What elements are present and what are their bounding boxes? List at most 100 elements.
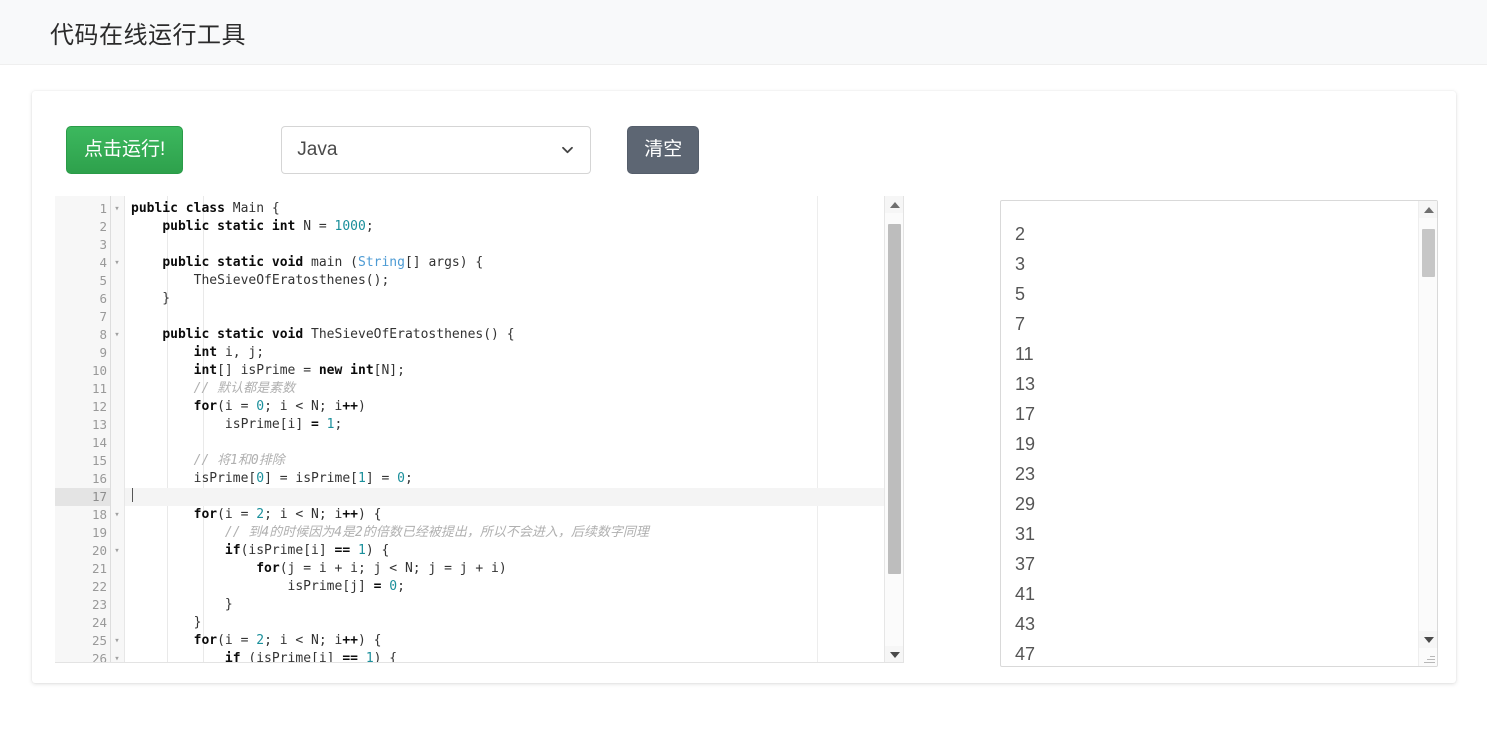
code-token-num: 0 (256, 399, 265, 414)
gutter-line-number[interactable]: 3 (55, 236, 110, 254)
code-line[interactable] (125, 236, 903, 254)
code-token-kw: for (193, 399, 218, 414)
code-token-typ: String (358, 255, 405, 270)
code-token-kw: == (334, 543, 358, 558)
code-editor[interactable]: 1 ▾ 2 3 4 ▾ 5 6 7 8 ▾ 9 10 11 12 13 14 15 16 17 18 ▾ 19 20 ▾ 21 22… (55, 196, 904, 663)
gutter-line-number[interactable]: 9 (55, 344, 110, 362)
gutter-line-number[interactable]: 6 (55, 290, 110, 308)
gutter-line-number[interactable]: 8 ▾ (55, 326, 119, 344)
gutter-line-number[interactable]: 2 (55, 218, 110, 236)
output-resize-handle[interactable] (1422, 651, 1436, 665)
code-line[interactable]: } (125, 596, 903, 614)
clear-button[interactable]: 清空 (627, 126, 700, 174)
code-token-kw: public class (131, 201, 233, 216)
code-line[interactable]: // 到4的时候因为4是2的倍数已经被提出，所以不会进入，后续数字同理 (125, 524, 903, 542)
code-token-pl: [] isPrime = (217, 363, 319, 378)
fold-toggle-icon[interactable]: ▾ (111, 506, 123, 524)
gutter-line-number[interactable]: 26 ▾ (55, 650, 120, 662)
gutter-line-number[interactable]: 24 (55, 614, 110, 632)
code-token-kw: if (224, 543, 241, 558)
code-token-pl: ; i < N; i (264, 399, 343, 414)
code-token-kw: ++ (342, 507, 359, 522)
gutter-line-number[interactable]: 16 (55, 470, 110, 488)
code-line[interactable]: for(i = 2; i < N; i++) { (125, 632, 903, 650)
gutter-line-number[interactable]: 11 (55, 380, 110, 398)
scroll-down-button[interactable] (885, 646, 903, 662)
gutter-line-number[interactable]: 7 (55, 308, 110, 326)
language-select[interactable]: Java (281, 126, 592, 174)
editor-scroll-thumb[interactable] (888, 224, 901, 574)
code-line[interactable]: // 将1和0排除 (125, 452, 903, 470)
code-token-kw: = (311, 417, 327, 432)
gutter-line-number[interactable]: 12 (55, 398, 110, 416)
gutter-line-number[interactable]: 21 (55, 560, 110, 578)
code-line[interactable]: for(j = i + i; j < N; j = j + i) (125, 560, 903, 578)
language-select-value: Java (297, 139, 338, 160)
gutter-line-number[interactable]: 5 (55, 272, 110, 290)
code-token-num: 2 (256, 633, 265, 648)
code-token-pl: (isPrime[i] (248, 651, 343, 662)
code-line[interactable]: isPrime[0] = isPrime[1] = 0; (125, 470, 903, 488)
gutter-line-number[interactable]: 18 ▾ (55, 506, 120, 524)
output-scroll-thumb[interactable] (1422, 229, 1435, 277)
code-line[interactable]: } (125, 614, 903, 632)
code-token-pl: (i = (217, 633, 257, 648)
gutter-line-number[interactable]: 13 (55, 416, 110, 434)
output-line: 11 (1015, 344, 1034, 364)
editor-gutter[interactable]: 1 ▾ 2 3 4 ▾ 5 6 7 8 ▾ 9 10 11 12 13 14 15 16 17 18 ▾ 19 20 ▾ 21 22… (55, 196, 120, 662)
code-line[interactable]: public static void main (String[] args) … (125, 254, 903, 272)
output-line: 19 (1015, 434, 1036, 454)
code-line[interactable]: int[] isPrime = new int[N]; (125, 362, 903, 380)
code-line[interactable]: public class Main { (125, 200, 903, 218)
output-scroll-up-button[interactable] (1419, 201, 1437, 218)
code-line[interactable]: for(i = 0; i < N; i++) (125, 398, 903, 416)
gutter-line-number[interactable]: 23 (55, 596, 110, 614)
output-text[interactable]: 2 3 5 7 11 13 17 19 23 29 31 37 41 43 47 (1001, 201, 1418, 666)
scroll-up-button[interactable] (885, 196, 903, 213)
code-line[interactable]: for(i = 2; i < N; i++) { (125, 506, 903, 524)
code-line[interactable]: isPrime[i] = 1; (125, 416, 903, 434)
fold-toggle-icon[interactable]: ▾ (111, 254, 123, 272)
gutter-line-number[interactable]: 1 ▾ (55, 200, 119, 218)
gutter-line-number[interactable]: 19 (55, 524, 110, 542)
gutter-line-number[interactable]: 10 (55, 362, 110, 380)
code-line[interactable]: if(isPrime[i] == 1) { (125, 542, 903, 560)
output-line: 43 (1015, 614, 1036, 634)
code-line[interactable]: TheSieveOfEratosthenes(); (125, 272, 903, 290)
gutter-line-number[interactable]: 15 (55, 452, 110, 470)
fold-toggle-icon[interactable]: ▾ (111, 650, 123, 662)
editor-scroll-track[interactable] (885, 213, 903, 646)
fold-toggle-icon[interactable]: ▾ (111, 632, 123, 650)
code-token-num: 1 (365, 651, 374, 662)
code-line[interactable] (125, 488, 903, 506)
code-line[interactable]: if (isPrime[i] == 1) { (125, 650, 903, 662)
editor-vertical-scrollbar[interactable] (884, 196, 903, 662)
code-line[interactable]: // 默认都是素数 (125, 380, 903, 398)
code-line[interactable]: public static void TheSieveOfEratosthene… (125, 326, 903, 344)
code-token-num: 0 (389, 579, 398, 594)
fold-toggle-icon[interactable]: ▾ (111, 326, 123, 344)
fold-toggle-icon[interactable]: ▾ (111, 200, 123, 218)
gutter-line-number[interactable]: 14 (55, 434, 110, 452)
code-line[interactable] (125, 308, 903, 326)
editor-code-area[interactable]: public class Main { public static int N … (125, 196, 903, 662)
gutter-line-number[interactable]: 4 ▾ (55, 254, 119, 272)
fold-toggle-icon[interactable]: ▾ (111, 542, 123, 560)
toolbar: 点击运行! Java 清空 (32, 91, 1456, 187)
gutter-line-number[interactable]: 22 (55, 578, 110, 596)
code-line[interactable]: public static int N = 1000; (125, 218, 903, 236)
gutter-line-number[interactable]: 20 ▾ (55, 542, 120, 560)
code-line[interactable] (125, 434, 903, 452)
code-line[interactable]: } (125, 290, 903, 308)
gutter-line-number[interactable]: 25 ▾ (55, 632, 120, 650)
run-button[interactable]: 点击运行! (66, 126, 184, 174)
gutter-line-number[interactable]: 17 (55, 488, 110, 506)
code-line[interactable]: isPrime[j] = 0; (125, 578, 903, 596)
output-panel[interactable]: 2 3 5 7 11 13 17 19 23 29 31 37 41 43 47 (1000, 200, 1438, 667)
code-token-num: 1 (357, 543, 366, 558)
output-vertical-scrollbar[interactable] (1418, 201, 1437, 666)
output-scroll-down-button[interactable] (1419, 631, 1437, 648)
code-line[interactable]: int i, j; (125, 344, 903, 362)
